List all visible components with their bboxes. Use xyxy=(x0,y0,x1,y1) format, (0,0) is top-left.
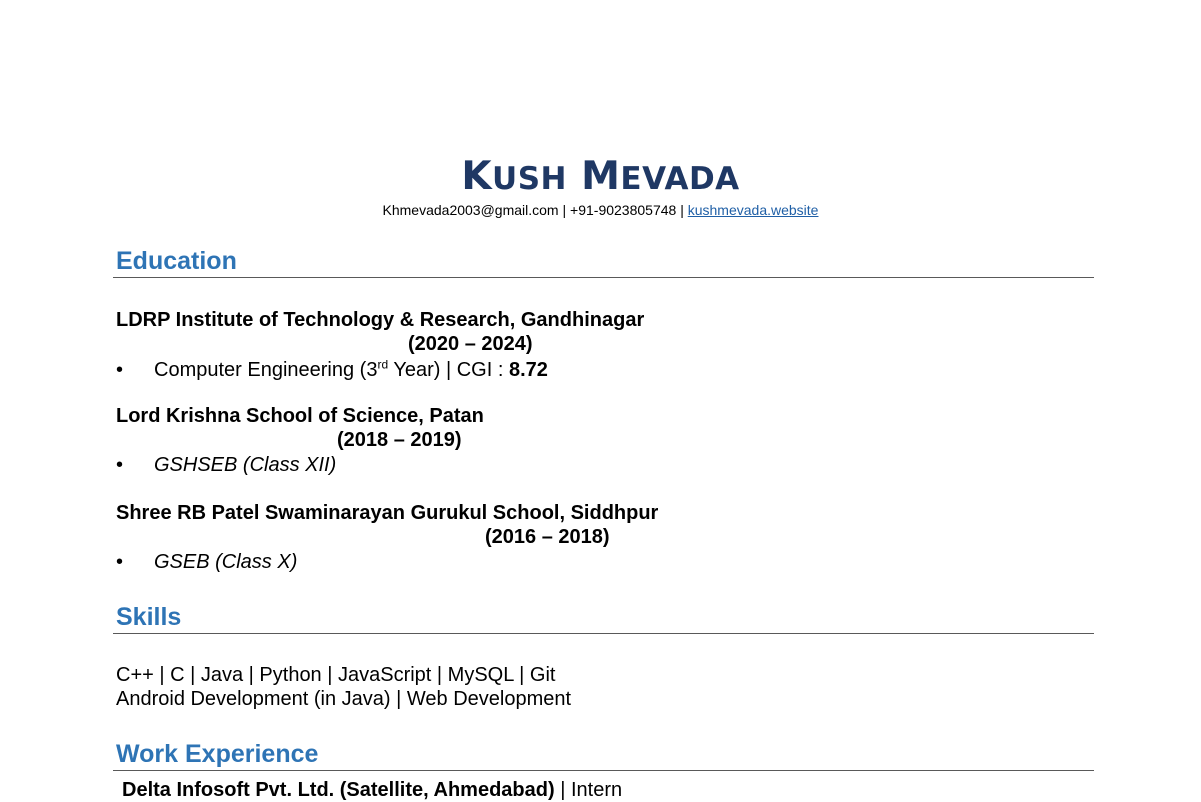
education-institution-2: Lord Krishna School of Science, Patan xyxy=(116,405,484,427)
education-detail-1: • Computer Engineering (3rd Year) | CGI :… xyxy=(116,357,548,381)
website-link[interactable]: kushmevada.website xyxy=(688,202,819,218)
education-institution-3: Shree RB Patel Swaminarayan Gurukul Scho… xyxy=(116,502,659,524)
skills-divider xyxy=(113,633,1094,634)
work-role: Intern xyxy=(570,779,623,801)
work-company: Delta Infosoft Pvt. Ltd. (Satellite, Ahm… xyxy=(122,779,555,801)
bullet-icon: • xyxy=(116,454,124,476)
education-heading: Education xyxy=(116,247,237,275)
work-experience-heading: Work Experience xyxy=(116,740,319,768)
resume-name: KUSH MEVADA xyxy=(461,154,740,199)
education-institution-1: LDRP Institute of Technology & Research,… xyxy=(116,309,645,331)
work-experience-divider xyxy=(113,770,1094,771)
education-detail-2: • GSHSEB (Class XII) xyxy=(116,454,337,476)
work-entry-1: Delta Infosoft Pvt. Ltd. (Satellite, Ahm… xyxy=(122,779,623,801)
contact-line: Khmevada2003@gmail.com | +91-9023805748 … xyxy=(382,202,819,218)
education-divider xyxy=(113,277,1094,278)
email-text: Khmevada2003@gmail.com xyxy=(382,202,559,218)
education-years-3: (2016 – 2018) xyxy=(485,526,610,548)
skills-heading: Skills xyxy=(116,603,182,631)
education-years-1: (2020 – 2024) xyxy=(408,333,533,355)
skills-line-2: Android Development (in Java) | Web Deve… xyxy=(116,688,572,710)
phone-text: +91-9023805748 xyxy=(570,202,677,218)
bullet-icon: • xyxy=(116,359,124,381)
skills-line-1: C++ | C | Java | Python | JavaScript | M… xyxy=(116,664,556,686)
bullet-icon: • xyxy=(116,551,124,573)
education-years-2: (2018 – 2019) xyxy=(337,429,462,451)
education-detail-3: • GSEB (Class X) xyxy=(116,551,298,573)
